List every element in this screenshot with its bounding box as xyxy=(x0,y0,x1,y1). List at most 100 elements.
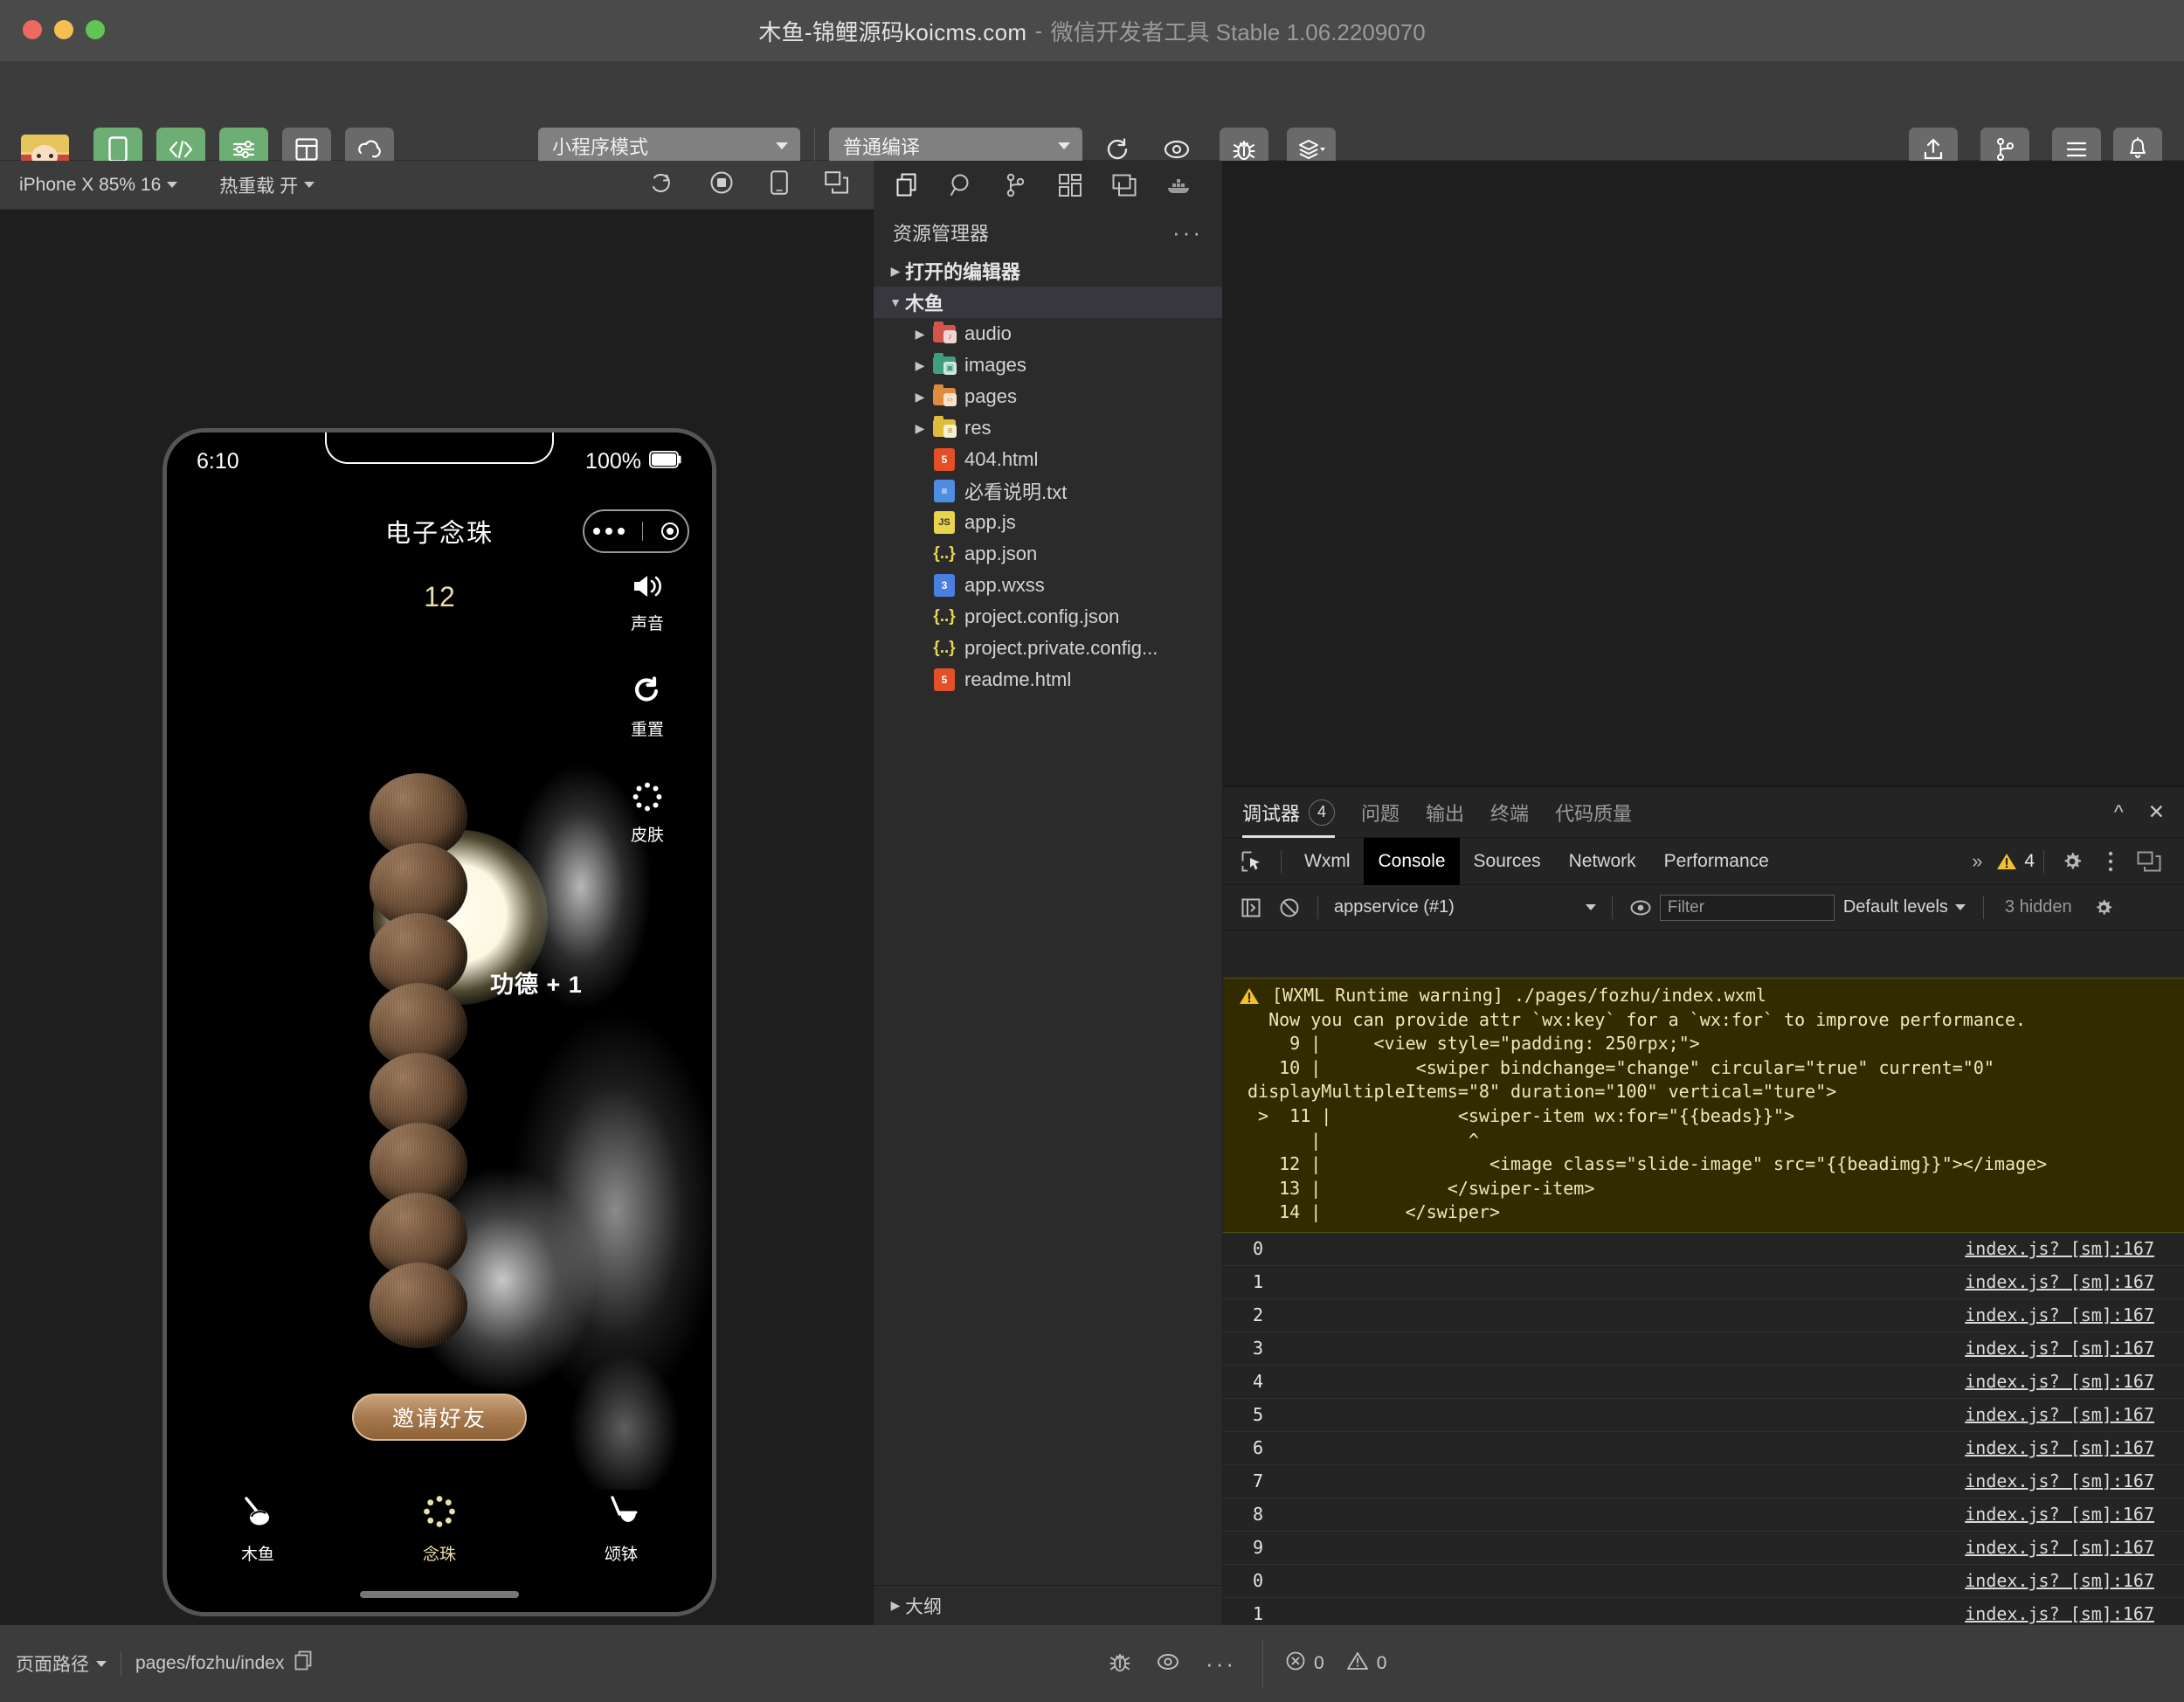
tree-row-folder-res[interactable]: ▶ ≡ res xyxy=(874,412,1222,444)
dbg-tab-output[interactable]: 输出 xyxy=(1426,787,1464,838)
eye-icon[interactable] xyxy=(1621,892,1660,924)
log-source-link[interactable]: index.js? [sm]:167 xyxy=(1965,1371,2154,1392)
console-log-row[interactable]: 6 index.js? [sm]:167 xyxy=(1223,1432,2184,1465)
devtools-tab-performance[interactable]: Performance xyxy=(1650,838,1783,885)
console-log-row[interactable]: 0 index.js? [sm]:167 xyxy=(1223,1233,2184,1266)
cloud-storage-icon[interactable] xyxy=(1097,161,1151,210)
more-dots-icon[interactable]: ··· xyxy=(1206,1650,1236,1678)
clear-console-icon[interactable] xyxy=(1270,892,1309,924)
gear-icon[interactable] xyxy=(2053,844,2091,879)
close-panel-icon[interactable]: ✕ xyxy=(2148,800,2165,824)
close-window-button[interactable] xyxy=(23,20,42,39)
files-icon[interactable] xyxy=(881,161,935,210)
kebab-menu-icon[interactable] xyxy=(2091,844,2130,879)
console-warning-entry[interactable]: [WXML Runtime warning] ./pages/fozhu/ind… xyxy=(1223,978,2184,1233)
tree-row-file-projectprivateconfig[interactable]: ▶ {..} project.private.config... xyxy=(874,633,1222,664)
tree-row-file-404html[interactable]: ▶ 5 404.html xyxy=(874,444,1222,475)
tree-row-file-appjson[interactable]: ▶ {..} app.json xyxy=(874,538,1222,570)
log-source-link[interactable]: index.js? [sm]:167 xyxy=(1965,1271,2154,1292)
log-source-link[interactable]: index.js? [sm]:167 xyxy=(1965,1338,2154,1359)
eye-icon[interactable] xyxy=(1157,1652,1179,1676)
log-source-link[interactable]: index.js? [sm]:167 xyxy=(1965,1570,2154,1591)
refresh-icon[interactable] xyxy=(650,171,673,198)
tree-row-folder-audio[interactable]: ▶ ♪ audio xyxy=(874,318,1222,349)
hot-reload-select[interactable]: 热重载 开 xyxy=(219,172,315,198)
tree-row-folder-images[interactable]: ▶ ▣ images xyxy=(874,349,1222,381)
sidebar-toggle-icon[interactable] xyxy=(1232,892,1270,924)
tree-row-file-readmehtml[interactable]: ▶ 5 readme.html xyxy=(874,664,1222,695)
log-source-link[interactable]: index.js? [sm]:167 xyxy=(1965,1404,2154,1425)
compile-select[interactable]: 普通编译 xyxy=(829,128,1082,164)
tab-singing-bowl[interactable]: 颂钵 xyxy=(530,1495,712,1565)
log-source-link[interactable]: index.js? [sm]:167 xyxy=(1965,1537,2154,1558)
dbg-tab-debugger[interactable]: 调试器 4 xyxy=(1242,787,1336,838)
docker-icon[interactable] xyxy=(1151,161,1206,210)
console-log-row[interactable]: 9 index.js? [sm]:167 xyxy=(1223,1532,2184,1565)
console-log-row[interactable]: 8 index.js? [sm]:167 xyxy=(1223,1498,2184,1532)
window-traffic-lights[interactable] xyxy=(23,20,105,39)
tree-row-file-appjs[interactable]: ▶ JS app.js xyxy=(874,507,1222,538)
console-log-row[interactable]: 3 index.js? [sm]:167 xyxy=(1223,1332,2184,1366)
device-select[interactable]: iPhone X 85% 16 xyxy=(19,175,178,196)
mode-select[interactable]: 小程序模式 xyxy=(538,128,800,164)
dbg-tab-codequality[interactable]: 代码质量 xyxy=(1555,787,1632,838)
device-icon[interactable] xyxy=(771,170,788,199)
maximize-window-button[interactable] xyxy=(86,20,105,39)
tree-row-file-projectconfig[interactable]: ▶ {..} project.config.json xyxy=(874,601,1222,633)
gear-icon[interactable] xyxy=(2084,892,2123,924)
console-log-row[interactable]: 7 index.js? [sm]:167 xyxy=(1223,1465,2184,1498)
bead-item[interactable] xyxy=(370,1263,467,1348)
console-log-row[interactable]: 2 index.js? [sm]:167 xyxy=(1223,1299,2184,1332)
editor-area[interactable] xyxy=(1223,161,2184,786)
side-action-reset[interactable]: 重置 xyxy=(631,676,664,740)
devtools-tab-network[interactable]: Network xyxy=(1555,838,1650,885)
console-levels-select[interactable]: Default levels xyxy=(1835,897,1974,917)
tree-row-folder-pages[interactable]: ▶ ‹› pages xyxy=(874,381,1222,412)
devtools-tab-sources[interactable]: Sources xyxy=(1460,838,1555,885)
devtools-tab-console[interactable]: Console xyxy=(1364,837,1460,885)
search-icon[interactable] xyxy=(935,161,989,210)
record-icon[interactable] xyxy=(709,170,734,199)
tree-row-project-root[interactable]: ▼ 木鱼 xyxy=(874,287,1222,318)
console-log-row[interactable]: 5 index.js? [sm]:167 xyxy=(1223,1399,2184,1432)
extensions-icon[interactable] xyxy=(1043,161,1097,210)
log-source-link[interactable]: index.js? [sm]:167 xyxy=(1965,1504,2154,1525)
tree-row-open-editors[interactable]: ▶ 打开的编辑器 xyxy=(874,255,1222,287)
window-icon[interactable] xyxy=(825,171,849,198)
tree-row-file-appwxss[interactable]: ▶ 3 app.wxss xyxy=(874,570,1222,601)
console-context-select[interactable]: appservice (#1) xyxy=(1327,897,1603,917)
log-source-link[interactable]: index.js? [sm]:167 xyxy=(1965,1437,2154,1458)
dbg-tab-problems[interactable]: 问题 xyxy=(1361,787,1400,838)
tab-beads[interactable]: 念珠 xyxy=(349,1495,530,1565)
collapse-panel-icon[interactable]: ^ xyxy=(2114,800,2124,824)
overflow-chevrons-icon[interactable]: » xyxy=(1958,844,1996,879)
invite-friends-button[interactable]: 邀请好友 xyxy=(352,1394,527,1441)
devtools-tab-wxml[interactable]: Wxml xyxy=(1290,838,1364,885)
source-control-icon[interactable] xyxy=(989,161,1043,210)
log-source-link[interactable]: index.js? [sm]:167 xyxy=(1965,1603,2154,1624)
console-log-row[interactable]: 1 index.js? [sm]:167 xyxy=(1223,1598,2184,1626)
tree-row-file-readme-txt[interactable]: ▶ ≡ 必看说明.txt xyxy=(874,475,1222,507)
console-log-row[interactable]: 0 index.js? [sm]:167 xyxy=(1223,1565,2184,1598)
log-source-link[interactable]: index.js? [sm]:167 xyxy=(1965,1238,2154,1259)
side-action-sound[interactable]: 声音 xyxy=(631,572,664,634)
console-log-row[interactable]: 4 index.js? [sm]:167 xyxy=(1223,1366,2184,1399)
status-problem-counts[interactable]: 0 0 xyxy=(1263,1651,1386,1676)
prayer-beads-swiper[interactable] xyxy=(370,773,467,1348)
log-source-link[interactable]: index.js? [sm]:167 xyxy=(1965,1304,2154,1325)
copy-icon[interactable] xyxy=(294,1650,312,1677)
inspect-element-icon[interactable] xyxy=(1232,844,1272,879)
phone-screen[interactable]: 6:10 100% 电子念珠 12 声音 重置 皮肤 功德 + 1 邀请好友 木… xyxy=(167,432,712,1612)
minimize-window-button[interactable] xyxy=(54,20,73,39)
dock-window-icon[interactable] xyxy=(2130,844,2168,879)
console-output[interactable]: [WXML Runtime warning] ./pages/fozhu/ind… xyxy=(1223,978,2184,1626)
page-path-select[interactable]: 页面路径 xyxy=(16,1650,89,1677)
bug-icon[interactable] xyxy=(1109,1650,1130,1678)
console-log-row[interactable]: 1 index.js? [sm]:167 xyxy=(1223,1266,2184,1299)
wechat-capsule[interactable] xyxy=(583,509,689,553)
dbg-tab-terminal[interactable]: 终端 xyxy=(1490,787,1529,838)
warning-count-indicator[interactable]: 4 xyxy=(1996,844,2035,879)
outline-section[interactable]: ▶ 大纲 xyxy=(874,1585,1223,1625)
side-action-skin[interactable]: 皮肤 xyxy=(631,782,664,846)
more-dots-icon[interactable] xyxy=(593,528,625,535)
